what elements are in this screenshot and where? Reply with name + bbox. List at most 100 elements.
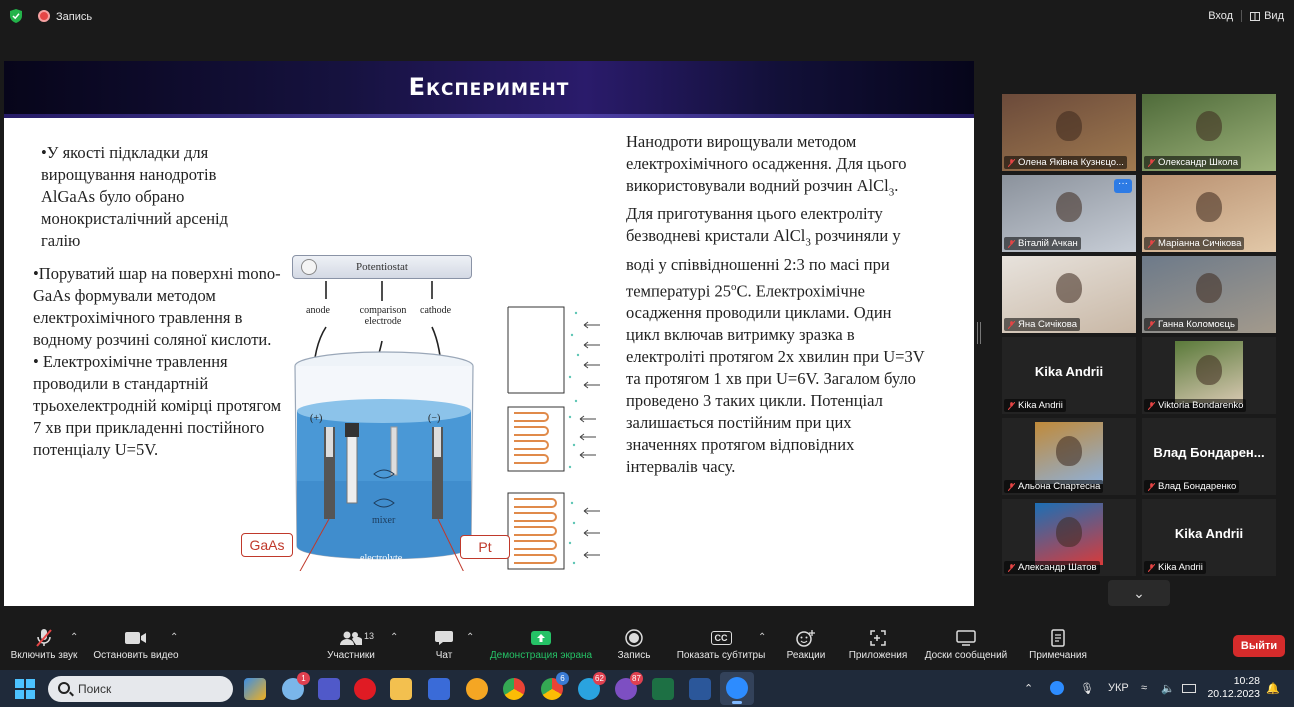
notifications-bell-icon[interactable]: 🔔 <box>1266 682 1280 695</box>
show-captions-button[interactable]: CC Показать субтитры <box>674 626 768 661</box>
participant-name-tag: Ганна Коломоєць <box>1144 318 1238 331</box>
participant-name-tag: Kika Andrii <box>1004 399 1066 412</box>
apps-button[interactable]: Приложения <box>846 626 910 661</box>
windows-start-icon[interactable] <box>15 679 35 699</box>
participants-options-caret-icon[interactable]: ⌃ <box>390 632 398 643</box>
login-button[interactable]: Вход <box>1208 10 1233 22</box>
shield-icon[interactable] <box>10 9 22 23</box>
separator <box>1241 10 1243 22</box>
recording-icon <box>38 10 50 22</box>
taskbar-clock[interactable]: 10:28 20.12.2023 <box>1206 675 1260 701</box>
file-explorer-icon[interactable] <box>390 678 412 700</box>
copilot-app-icon[interactable] <box>244 678 266 700</box>
language-indicator[interactable]: УКР <box>1108 682 1129 694</box>
wifi-icon[interactable]: ≈ <box>1141 682 1147 694</box>
zoom-tray-icon[interactable] <box>1050 681 1064 695</box>
participant-video <box>1175 341 1243 403</box>
participant-tile[interactable]: Kika Andrii Kika Andrii <box>1142 499 1276 576</box>
whiteboards-button[interactable]: Доски сообщений <box>920 626 1012 661</box>
volume-icon[interactable]: 🔈 <box>1161 682 1175 695</box>
collapse-gallery-button[interactable]: ⌄ <box>1108 580 1170 606</box>
notification-badge: 87 <box>630 672 643 685</box>
electrolyte-label: electrolyte <box>360 553 403 564</box>
taskbar-search[interactable]: Поиск <box>48 676 233 702</box>
shared-slide: Експеримент •У якості підкладки для виро… <box>4 61 974 606</box>
windows-taskbar: Поиск 1 6 62 87 ⌃ 🎙 УКР ≈ 🔈 10:28 20.12.… <box>0 670 1294 707</box>
participant-tile[interactable]: Альона Спартесна <box>1002 418 1136 495</box>
chrome-app-icon[interactable] <box>503 678 525 700</box>
zoom-app-active[interactable] <box>720 672 754 705</box>
telegram-app-icon[interactable]: 62 <box>578 672 606 700</box>
more-options-icon[interactable]: ··· <box>1114 179 1132 193</box>
opera-app-icon[interactable] <box>354 678 376 700</box>
chrome-profile-app-icon[interactable]: 6 <box>541 672 569 700</box>
muted-mic-icon <box>1148 483 1155 491</box>
share-screen-icon <box>531 631 551 645</box>
chat-options-caret-icon[interactable]: ⌃ <box>466 632 474 643</box>
participants-count: 13 <box>364 631 375 641</box>
participant-silhouette <box>1056 435 1082 466</box>
chat-label: Чат <box>435 650 453 661</box>
notification-badge: 62 <box>593 672 606 685</box>
notes-label: Примечания <box>1029 650 1087 661</box>
deposition-text-a: Нанодроти вирощували методом електрохімі… <box>626 132 907 195</box>
participant-silhouette <box>1056 516 1082 547</box>
reactions-button[interactable]: Реакции <box>784 626 828 661</box>
participant-tile[interactable]: Александр Шатов <box>1002 499 1136 576</box>
slide-header: Експеримент <box>4 61 974 118</box>
participant-tile[interactable]: Viktoria Bondarenko <box>1142 337 1276 414</box>
leave-meeting-button[interactable]: Выйти <box>1233 635 1285 657</box>
viber-app-icon[interactable]: 87 <box>615 672 643 700</box>
muted-mic-icon <box>1008 483 1015 491</box>
participant-tile[interactable]: Ганна Коломоєць <box>1142 256 1276 333</box>
participant-tile[interactable]: Влад Бондарен... Влад Бондаренко <box>1142 418 1276 495</box>
plus-label: (+) <box>310 413 323 424</box>
view-grid-icon[interactable] <box>1250 11 1261 21</box>
participant-tile[interactable]: Kika Andrii Kika Andrii <box>1002 337 1136 414</box>
tray-overflow-chevron-icon[interactable]: ⌃ <box>1024 682 1033 695</box>
weather-icon[interactable]: 1 <box>282 672 310 700</box>
participant-silhouette <box>1196 272 1222 303</box>
excel-app-icon[interactable] <box>652 678 674 700</box>
show-captions-label: Показать субтитры <box>676 650 766 661</box>
audio-options-caret-icon[interactable]: ⌃ <box>70 632 78 643</box>
resize-handle[interactable] <box>977 322 981 344</box>
notification-badge: 6 <box>556 672 569 685</box>
search-icon <box>58 682 70 694</box>
browser-app-icon[interactable] <box>466 678 488 700</box>
notes-button[interactable]: Примечания <box>1024 626 1092 661</box>
recording-label[interactable]: Запись <box>56 11 92 23</box>
participant-name-tag: Viktoria Bondarenko <box>1144 399 1247 412</box>
captions-options-caret-icon[interactable]: ⌃ <box>758 632 766 643</box>
stop-video-button[interactable]: Остановить видео <box>92 626 180 661</box>
share-screen-button[interactable]: Демонстрация экрана <box>486 626 596 661</box>
teams-app-icon[interactable] <box>318 678 340 700</box>
muted-mic-icon <box>1008 402 1015 410</box>
chat-button[interactable]: Чат <box>430 626 458 661</box>
save-app-icon[interactable] <box>428 678 450 700</box>
microphone-tray-icon[interactable]: 🎙 <box>1080 682 1094 695</box>
muted-mic-icon <box>1148 240 1155 248</box>
apps-label: Приложения <box>848 650 908 661</box>
battery-icon[interactable] <box>1182 684 1196 693</box>
participants-label: Участники <box>327 650 375 661</box>
participant-tile[interactable]: Олена Яківна Кузнєцо... <box>1002 94 1136 171</box>
participant-tile[interactable]: Олександр Школа <box>1142 94 1276 171</box>
participant-name-tag: Віталій Ачкан <box>1004 237 1081 250</box>
chevron-down-icon: ⌄ <box>1133 585 1145 601</box>
muted-mic-icon <box>1008 321 1015 329</box>
record-button[interactable]: Запись <box>614 626 654 661</box>
participant-tile[interactable]: ··· Віталій Ачкан <box>1002 175 1136 252</box>
participant-video <box>1035 503 1103 565</box>
participant-display-name: Влад Бондарен... <box>1153 445 1265 460</box>
participant-silhouette <box>1196 110 1222 141</box>
record-icon <box>625 629 643 647</box>
meeting-toolbar: Включить звук ⌃ Остановить видео ⌃ Участ… <box>0 622 1294 668</box>
video-options-caret-icon[interactable]: ⌃ <box>170 632 178 643</box>
participant-tile[interactable]: Маріанна Сичікова <box>1142 175 1276 252</box>
search-placeholder: Поиск <box>78 682 112 696</box>
slide-text-substrate: •У якості підкладки для вирощування нано… <box>41 143 229 250</box>
participant-tile[interactable]: Яна Сичікова <box>1002 256 1136 333</box>
view-button[interactable]: Вид <box>1264 10 1284 22</box>
word-app-icon[interactable] <box>689 678 711 700</box>
